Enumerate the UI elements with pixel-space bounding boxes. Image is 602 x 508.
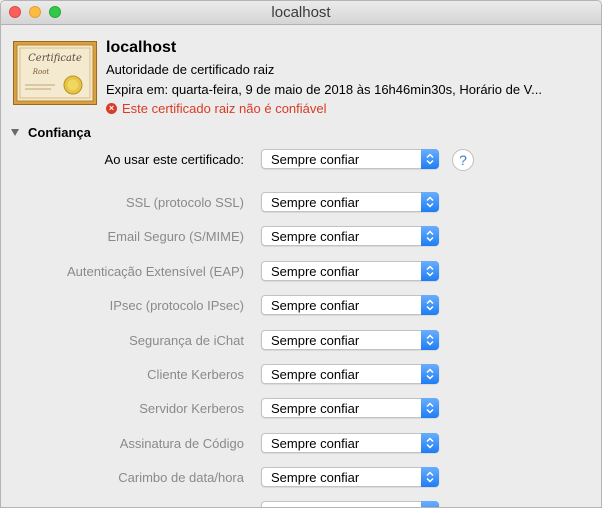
trust-row-kerberos-server: Servidor Kerberos Sempre confiar: [1, 398, 601, 420]
chevron-updown-icon: [421, 398, 439, 419]
trust-row-label: Assinatura de Código: [119, 435, 244, 451]
trust-primary-label: Ao usar este certificado:: [104, 152, 244, 167]
popup-value: Sempre confiar: [271, 195, 360, 210]
error-icon: ×: [106, 103, 117, 114]
certificate-name: localhost: [106, 39, 177, 56]
trust-row-ichat: Segurança de iChat Sempre confiar: [1, 329, 601, 352]
trust-row-timestamping: Carimbo de data/hora Sempre confiar: [1, 467, 601, 489]
trust-row-popup[interactable]: Sempre confiar: [261, 295, 439, 316]
untrusted-warning: × Este certificado raiz não é confiável: [106, 101, 327, 116]
trust-section-label: Confiança: [28, 125, 91, 140]
trust-row-popup[interactable]: Sempre confiar: [261, 398, 439, 419]
trust-row-label: Servidor Kerberos: [139, 401, 244, 417]
trust-row-popup[interactable]: Sempre confiar: [261, 329, 439, 350]
chevron-updown-icon: [421, 149, 439, 169]
untrusted-warning-text: Este certificado raiz não é confiável: [122, 101, 327, 116]
disclosure-triangle-icon[interactable]: [11, 129, 19, 136]
trust-primary-row: Ao usar este certificado: Sempre confiar: [1, 149, 601, 171]
trust-row-eap: Autenticação Extensível (EAP) Sempre conf…: [1, 260, 601, 283]
chevron-updown-icon: [421, 364, 439, 384]
popup-value: Sempre confiar: [271, 435, 360, 451]
trust-row-partial: [1, 501, 601, 507]
trust-row-label: Email Seguro (S/MIME): [107, 229, 244, 245]
certificate-icon-subtitle: Root: [32, 68, 50, 76]
popup-value: Sempre confiar: [271, 401, 360, 417]
trust-row-popup[interactable]: Sempre confiar: [261, 467, 439, 488]
popup-value: Sempre confiar: [271, 263, 360, 279]
trust-primary-popup[interactable]: Sempre confiar: [261, 149, 439, 169]
chevron-updown-icon: [421, 226, 439, 247]
trust-row-code-signing: Assinatura de Código Sempre confiar: [1, 432, 601, 455]
trust-row-kerberos-client: Cliente Kerberos Sempre confiar: [1, 364, 601, 386]
chevron-updown-icon: [421, 467, 439, 488]
trust-row-label: Autenticação Extensível (EAP): [66, 263, 244, 279]
trust-row-label: Cliente Kerberos: [147, 367, 244, 382]
popup-value: Sempre confiar: [271, 470, 360, 486]
trust-disclosure[interactable]: Confiança: [11, 125, 91, 140]
certificate-icon: Certificate Root: [13, 41, 97, 105]
chevron-updown-icon: [421, 192, 439, 212]
popup-value: Sempre confiar: [271, 152, 360, 167]
trust-row-smime: Email Seguro (S/MIME) Sempre confiar: [1, 226, 601, 248]
chevron-updown-icon: [421, 295, 439, 316]
trust-row-popup[interactable]: Sempre confiar: [261, 192, 439, 212]
trust-row-popup[interactable]: Sempre confiar: [261, 364, 439, 384]
certificate-expiry: Expira em: quarta-feira, 9 de maio de 20…: [106, 82, 542, 97]
certificate-icon-title: Certificate: [28, 53, 82, 64]
window-title: localhost: [271, 4, 331, 21]
trust-row-popup[interactable]: [261, 501, 439, 507]
popup-value: Sempre confiar: [271, 298, 360, 314]
popup-value: Sempre confiar: [271, 332, 360, 348]
trust-row-label: Segurança de iChat: [129, 332, 244, 348]
chevron-updown-icon: [421, 329, 439, 350]
popup-value: Sempre confiar: [271, 367, 360, 382]
trust-row-popup[interactable]: Sempre confiar: [261, 226, 439, 247]
trust-row-popup[interactable]: Sempre confiar: [261, 432, 439, 453]
trust-row-label: IPsec (protocolo IPsec): [109, 298, 244, 314]
certificate-authority: Autoridade de certificado raiz: [106, 62, 275, 77]
chevron-updown-icon: [421, 501, 439, 507]
certificate-window: localhost Certificate Root localhost Aut…: [0, 0, 602, 508]
trust-row-label: SSL (protocolo SSL): [125, 195, 244, 210]
title-bar[interactable]: localhost: [1, 1, 601, 25]
chevron-updown-icon: [421, 260, 439, 281]
trust-row-ipsec: IPsec (protocolo IPsec) Sempre confiar: [1, 295, 601, 317]
trust-row-popup[interactable]: Sempre confiar: [261, 260, 439, 281]
popup-value: Sempre confiar: [271, 229, 360, 245]
trust-row-label: Carimbo de data/hora: [118, 470, 244, 486]
help-button[interactable]: ?: [452, 149, 474, 171]
chevron-updown-icon: [421, 432, 439, 453]
trust-row-ssl: SSL (protocolo SSL) Sempre confiar: [1, 192, 601, 214]
